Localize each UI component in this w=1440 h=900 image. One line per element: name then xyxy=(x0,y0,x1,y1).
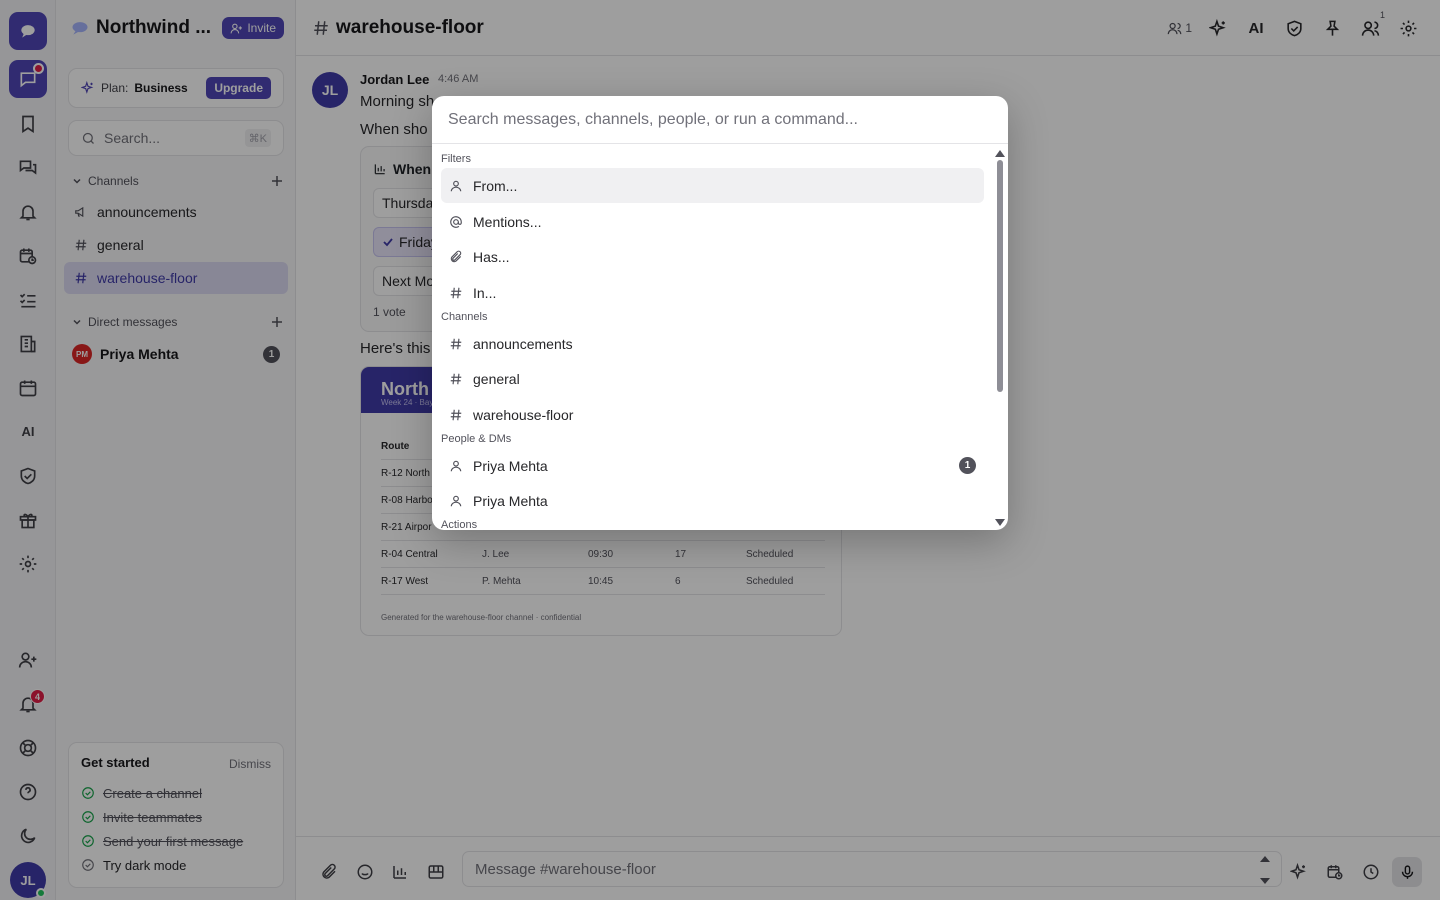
command-palette: Search messages, channels, people, or ru… xyxy=(432,96,1008,530)
palette-channel-general[interactable]: general xyxy=(441,361,984,396)
at-icon xyxy=(450,215,462,228)
palette-item-has[interactable]: Has... xyxy=(441,239,984,274)
palette-item-from[interactable]: From... xyxy=(441,168,984,203)
palette-item-label: In... xyxy=(473,284,497,301)
person-icon xyxy=(450,180,462,191)
hash-icon xyxy=(450,338,462,349)
hash-icon xyxy=(450,287,462,298)
palette-item-label: announcements xyxy=(473,335,573,352)
palette-item-label: Priya Mehta xyxy=(473,457,548,474)
scroll-thumb[interactable] xyxy=(997,160,1003,392)
palette-group-actions: Actions xyxy=(441,519,478,530)
palette-group-channels: Channels xyxy=(441,311,488,323)
palette-item-mentions[interactable]: Mentions... xyxy=(441,204,984,239)
palette-channel-warehouse-floor[interactable]: warehouse-floor xyxy=(441,397,984,432)
palette-item-label: From... xyxy=(473,177,518,194)
palette-group-people: People & DMs xyxy=(441,433,512,445)
paperclip-icon xyxy=(450,250,462,262)
palette-item-label: warehouse-floor xyxy=(473,406,574,423)
person-icon xyxy=(450,460,462,471)
palette-item-label: Has... xyxy=(473,248,510,265)
hash-icon xyxy=(450,409,462,420)
unread-badge: 1 xyxy=(959,457,976,474)
palette-person-item[interactable]: Priya Mehta 1 xyxy=(441,448,984,483)
palette-group-filters: Filters xyxy=(441,153,471,165)
person-icon xyxy=(450,495,462,506)
palette-item-label: Priya Mehta xyxy=(473,492,548,509)
palette-person-item[interactable]: Priya Mehta xyxy=(441,483,984,518)
palette-item-label: general xyxy=(473,370,520,387)
palette-channel-announcements[interactable]: announcements xyxy=(441,326,984,361)
palette-item-in[interactable]: In... xyxy=(441,275,984,310)
palette-search-input[interactable]: Search messages, channels, people, or ru… xyxy=(432,96,1008,144)
scroll-down-arrow-icon[interactable] xyxy=(995,519,1005,526)
palette-item-label: Mentions... xyxy=(473,213,542,230)
hash-icon xyxy=(450,373,462,384)
palette-scrollbar[interactable] xyxy=(994,146,1006,530)
scroll-up-arrow-icon[interactable] xyxy=(995,150,1005,157)
